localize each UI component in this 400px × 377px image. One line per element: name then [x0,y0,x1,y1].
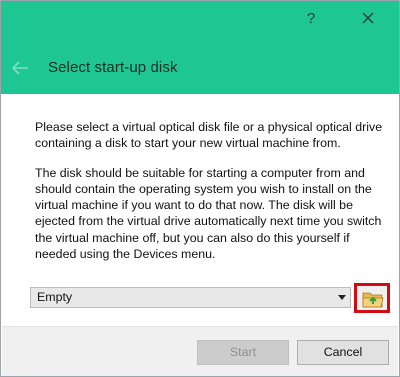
dialog-header: ? Select start-up disk [1,1,399,94]
help-button[interactable]: ? [299,7,323,31]
disk-select-dropdown[interactable]: Empty [30,287,351,308]
description-paragraph-2: The disk should be suitable for starting… [35,165,382,262]
close-icon [362,12,374,24]
dialog-footer: Start Cancel [2,327,398,376]
folder-open-icon [362,292,384,308]
start-button[interactable]: Start [197,340,289,365]
chevron-down-icon [338,295,346,300]
start-up-disk-dialog: ? Select start-up disk Please select a v… [0,0,400,377]
browse-disk-button[interactable] [354,283,390,313]
dialog-content: Please select a virtual optical disk fil… [35,119,387,275]
cancel-button[interactable]: Cancel [297,340,389,365]
back-button[interactable] [8,56,34,80]
disk-select-value: Empty [37,290,73,304]
close-button[interactable] [355,7,381,31]
dialog-title: Select start-up disk [48,59,178,76]
back-arrow-icon [12,61,28,75]
description-paragraph-1: Please select a virtual optical disk fil… [35,120,383,151]
